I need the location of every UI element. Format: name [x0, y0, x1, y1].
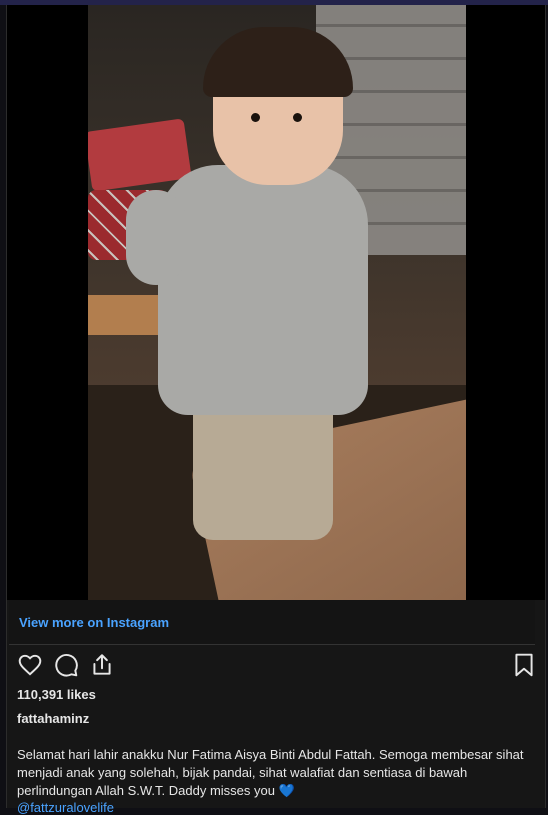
- post-video[interactable]: [7, 5, 545, 600]
- right-eye: [293, 113, 302, 122]
- likes-count: 110,391 likes: [17, 687, 96, 702]
- letterbox-right: [466, 5, 545, 600]
- view-more-link[interactable]: View more on Instagram: [19, 615, 169, 630]
- instagram-embed: View more on Instagram 110,391 likes fat…: [6, 5, 546, 815]
- caption-text: Selamat hari lahir anakku Nur Fatima Ais…: [17, 747, 524, 798]
- action-bar: [7, 652, 545, 682]
- bookmark-icon[interactable]: [511, 652, 537, 678]
- username[interactable]: fattahaminz: [17, 711, 89, 726]
- share-icon[interactable]: [89, 652, 115, 678]
- comment-icon[interactable]: [53, 652, 79, 678]
- heart-icon[interactable]: [17, 652, 43, 678]
- child-sweater: [158, 165, 368, 415]
- blue-heart-emoji: 💙: [278, 783, 295, 798]
- caption: Selamat hari lahir anakku Nur Fatima Ais…: [17, 746, 537, 800]
- view-more-bar[interactable]: View more on Instagram: [9, 600, 535, 645]
- left-eye: [251, 113, 260, 122]
- child-arm: [126, 190, 186, 285]
- letterbox-left: [7, 5, 88, 600]
- video-frame: [88, 5, 466, 600]
